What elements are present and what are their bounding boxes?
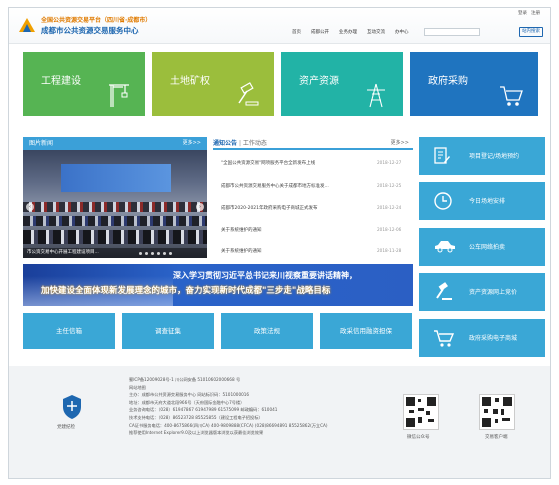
- main-nav: 首页 成都公开 业务办理 互动交流 办中心: [292, 29, 409, 35]
- tab-notices[interactable]: 通知公告: [213, 140, 237, 147]
- photo-prev-icon[interactable]: ‹: [26, 203, 34, 211]
- nav-item-center[interactable]: 办中心: [395, 29, 409, 35]
- site-footer: 党建纪检 蜀ICP备12009028号-1 川公网安备 510106020006…: [9, 366, 550, 478]
- side-button-label: 资产资源网上竞价: [469, 289, 518, 296]
- site-header: 全国公共资源交易平台（四川省·成都市） 成都市公共资源交易服务中心 登录 注册 …: [9, 8, 550, 44]
- audience-row: [23, 202, 207, 212]
- footer-ca-phone: CA证书服务电话：400-8675866(四川CA) 400-9809888(C…: [129, 422, 328, 428]
- notice-date: 2018-11-28: [377, 248, 402, 253]
- nav-item-interact[interactable]: 互动交流: [367, 29, 385, 35]
- footer-tech-phone: 技术支持电话：（028）86523728 85525855（建设工程电子招投标）: [129, 414, 263, 420]
- wechat-qr-label: 微信公众号: [407, 435, 430, 440]
- footer-host: 主办：成都市公共资源交易服务中心 网站标识码：5101000016: [129, 392, 250, 398]
- survey-button[interactable]: 调查征集: [122, 313, 214, 349]
- today-schedule-button[interactable]: 今日场地安排: [419, 182, 545, 220]
- banner-line1: 深入学习贯彻习近平总书记来川视察重要讲话精神，: [173, 271, 357, 280]
- nav-item-home[interactable]: 首页: [292, 29, 301, 35]
- notice-date: 2018-12-27: [377, 160, 402, 165]
- pager-dot[interactable]: [139, 252, 142, 255]
- login-link[interactable]: 登录: [518, 10, 527, 16]
- side-button-label: 公车网络拍卖: [469, 244, 506, 251]
- photo-news-header: 图片新闻 更多>>: [23, 137, 207, 150]
- promo-banner[interactable]: 深入学习贯彻习近平总书记来川视察重要讲话精神， 加快建设全面体现新发展理念的城市…: [23, 264, 413, 306]
- browser-page: 全国公共资源交易平台（四川省·成都市） 成都市公共资源交易服务中心 登录 注册 …: [8, 7, 551, 479]
- footer-sitemap[interactable]: 网站地图: [129, 384, 328, 392]
- site-title-line2: 成都市公共资源交易服务中心: [41, 26, 139, 35]
- tile-label: 土地矿权: [170, 76, 210, 87]
- notice-date: 2018-12-25: [377, 183, 402, 188]
- photo-caption: 市公资交易中心开展工程建设项目...: [23, 248, 207, 258]
- side-button-label: 政府采购电子商城: [469, 335, 518, 342]
- car-icon: [435, 241, 455, 253]
- party-badge-label: 党建纪检: [57, 425, 75, 430]
- register-link[interactable]: 注册: [531, 10, 540, 16]
- tile-label: 资产资源: [299, 76, 339, 87]
- banner-line2: 加快建设全面体现新发展理念的城市，奋力实现新时代成都"三步走"战略目标: [41, 286, 331, 296]
- party-badge-icon[interactable]: [61, 394, 83, 420]
- tile-procurement[interactable]: 政府采购: [410, 52, 538, 116]
- audience-row: [23, 230, 207, 244]
- footer-icp[interactable]: 蜀ICP备12009028号-1 川公网安备 51010602000668 号: [129, 376, 328, 384]
- tile-land[interactable]: 土地矿权: [152, 52, 274, 116]
- notice-item[interactable]: 成都市2020-2021年政府采购电子商城正式发布: [221, 205, 318, 211]
- cart-icon: [500, 86, 523, 106]
- client-qr-label: 交易客户端: [485, 435, 508, 440]
- notice-item[interactable]: 关于系统维护的通知: [221, 227, 262, 233]
- asset-bidding-button[interactable]: 资产资源网上竞价: [419, 273, 545, 311]
- search-input[interactable]: [424, 28, 480, 36]
- pager-dot[interactable]: [145, 252, 148, 255]
- tab-work-news[interactable]: 工作动态: [243, 140, 267, 147]
- notice-item[interactable]: 关于系统维护的通知: [221, 248, 262, 254]
- tile-assets[interactable]: 资产资源: [281, 52, 403, 116]
- gavel-icon: [238, 82, 259, 106]
- crane-icon: [109, 84, 129, 107]
- notice-date: 2018-12-06: [377, 227, 402, 232]
- car-auction-button[interactable]: 公车网络拍卖: [419, 228, 545, 266]
- client-qr-code: [479, 394, 515, 430]
- news-photo[interactable]: [23, 150, 207, 258]
- clock-icon: [434, 192, 452, 210]
- pager-dot[interactable]: [151, 252, 154, 255]
- footer-info: 蜀ICP备12009028号-1 川公网安备 51010602000668 号 …: [129, 376, 328, 437]
- stage-screen: [61, 164, 171, 192]
- search-button[interactable]: 站内搜索: [519, 27, 543, 37]
- credit-finance-button[interactable]: 政采信用融资担保: [320, 313, 412, 349]
- audience-row: [23, 216, 207, 226]
- footer-address: 地址：成都市天府大道北段966号（天府国际金融中心7号楼）: [129, 399, 245, 405]
- photo-news-title: 图片新闻: [29, 140, 54, 147]
- top-links: 登录 注册: [518, 10, 540, 16]
- footer-phone: 业务咨询电话：（028）61947867 61947989 61575099 邮…: [129, 407, 278, 413]
- cart-icon: [434, 330, 455, 347]
- tile-engineering[interactable]: 工程建设: [23, 52, 145, 116]
- tile-label: 工程建设: [41, 76, 81, 87]
- register-reserve-button[interactable]: 项目登记/场地预约: [419, 137, 545, 175]
- photo-next-icon[interactable]: ›: [196, 203, 204, 211]
- pager-dot[interactable]: [163, 252, 166, 255]
- register-icon: [434, 147, 450, 164]
- hammer-icon: [436, 282, 452, 300]
- site-logo-icon: [19, 18, 35, 32]
- photo-pager[interactable]: [139, 252, 172, 255]
- policy-button[interactable]: 政策法规: [221, 313, 313, 349]
- nav-item-public[interactable]: 成都公开: [311, 29, 329, 35]
- notice-item[interactable]: "全国公共资源交易"网项服务平台全新发布上线: [221, 160, 315, 166]
- side-button-label: 今日场地安排: [469, 198, 506, 205]
- tab-separator: |: [238, 140, 241, 147]
- notice-item[interactable]: 成都市公共资源交易服务中心关于成都市地方标准发...: [221, 183, 329, 189]
- pager-dot[interactable]: [169, 252, 172, 255]
- footer-browser-note: 推荐使用Internet Explorer9.0及以上浏览器版本浏览以获最佳浏览…: [129, 430, 264, 436]
- tower-icon: [367, 83, 385, 108]
- notices-more-link[interactable]: 更多>>: [391, 137, 409, 150]
- wechat-qr-code: [403, 394, 439, 430]
- pager-dot[interactable]: [157, 252, 160, 255]
- procurement-mall-button[interactable]: 政府采购电子商城: [419, 319, 545, 357]
- nav-item-business[interactable]: 业务办理: [339, 29, 357, 35]
- site-title-line1: 全国公共资源交易平台（四川省·成都市）: [41, 17, 152, 24]
- photo-news-more-link[interactable]: 更多>>: [183, 137, 201, 150]
- director-mailbox-button[interactable]: 主任信箱: [23, 313, 115, 349]
- notice-tabs: 通知公告 | 工作动态 更多>>: [213, 137, 413, 150]
- notice-date: 2018-12-24: [377, 205, 402, 210]
- side-button-label: 项目登记/场地预约: [469, 153, 520, 160]
- tile-label: 政府采购: [428, 76, 468, 87]
